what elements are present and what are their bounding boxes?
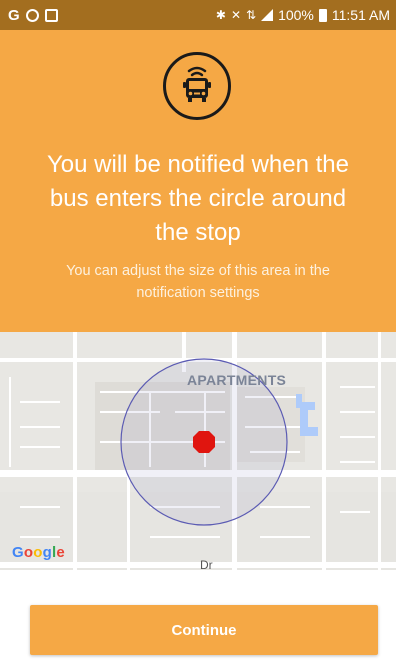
bus-icon [163,52,231,120]
status-bar: G ✱ ✕ ⇅ 100% 11:51 AM [0,0,396,30]
continue-button[interactable]: Continue [30,605,378,655]
notification-title: You will be notified when the bus enters… [47,151,349,246]
clock: 11:51 AM [331,7,390,23]
mute-icon: ✕ [230,8,241,22]
street-label: Dr [200,558,213,570]
gallery-icon [44,8,58,22]
map-view[interactable]: APARTMENTS Google Dr [0,332,396,570]
bluetooth-icon: ✱ [215,8,226,22]
messenger-icon [25,8,39,22]
google-logo: Google [12,544,65,561]
status-left-icons: G [8,7,58,24]
footer: Continue [0,570,396,667]
battery-icon [318,8,327,22]
notification-subtitle: You can adjust the size of this area in … [66,263,330,301]
onboarding-header: You will be notified when the bus enters… [0,30,396,332]
status-right-icons: ✱ ✕ ⇅ 100% 11:51 AM [216,7,390,23]
map-place-label: APARTMENTS [187,372,287,388]
stop-marker-icon[interactable] [192,430,216,454]
g-icon: G [8,6,20,24]
signal-icon [261,9,274,21]
battery-percent: 100% [278,7,314,23]
4g-lte-icon: ⇅ [246,8,257,22]
